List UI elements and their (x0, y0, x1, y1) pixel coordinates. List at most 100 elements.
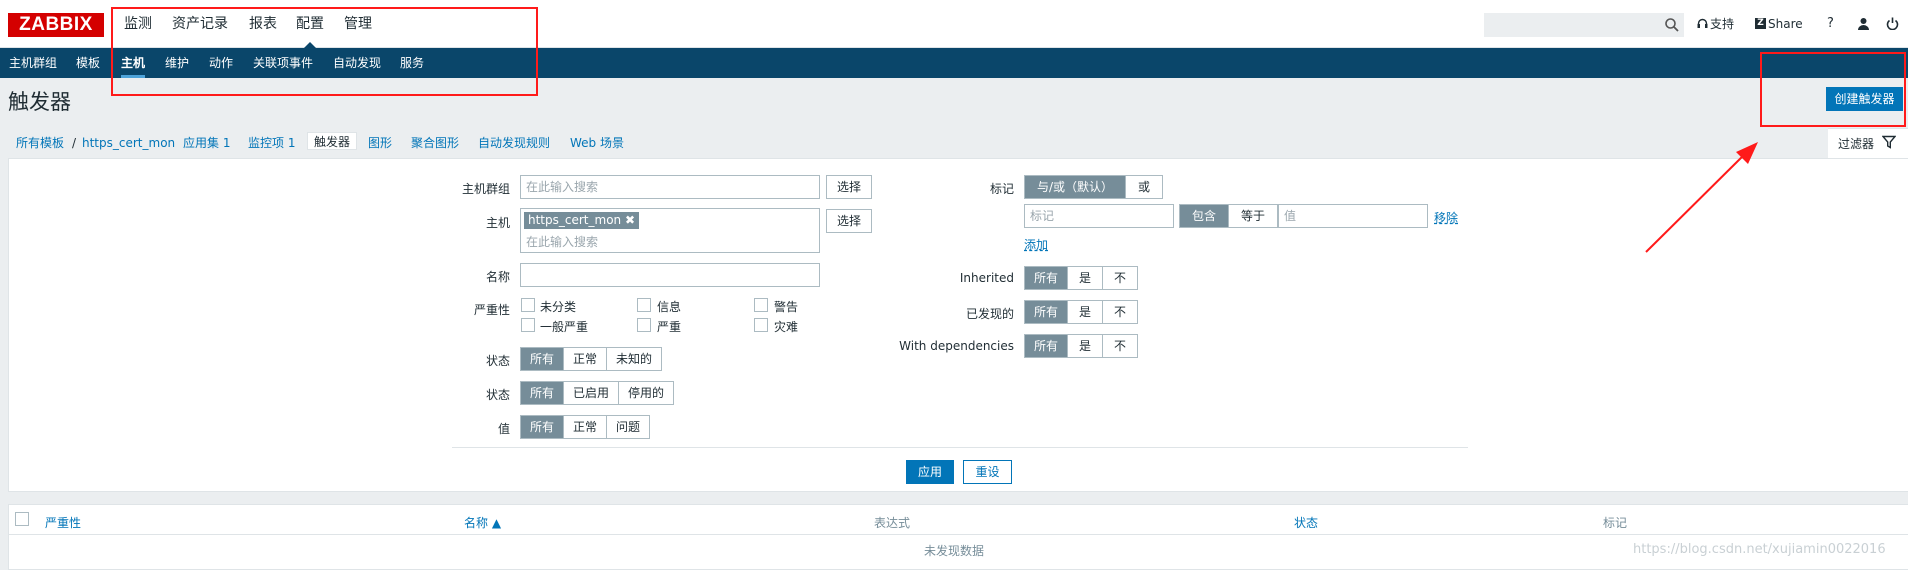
breadcrumb-items[interactable]: 监控项 1 (248, 134, 295, 152)
inherited-option-yes[interactable]: 是 (1067, 267, 1102, 289)
remove-chip-icon[interactable]: ✖ (625, 213, 635, 227)
severity-checkbox-information[interactable] (637, 298, 651, 312)
filter-apply-button[interactable]: 应用 (906, 460, 954, 484)
severity-average-label: 一般严重 (540, 320, 589, 334)
state-radio-group[interactable]: 所有 正常 未知的 (520, 347, 663, 371)
status-option-any[interactable]: 所有 (521, 382, 564, 404)
severity-high-label: 严重 (657, 320, 682, 334)
breadcrumb-applications[interactable]: 应用集 1 (183, 134, 230, 152)
filter-icon[interactable] (1882, 135, 1896, 149)
dependencies-label: With dependencies (899, 339, 1014, 353)
inherited-radio-group[interactable]: 所有 是 不 (1024, 266, 1139, 290)
tag-remove-link[interactable]: 移除 (1434, 209, 1458, 226)
tag-value-input[interactable]: 值 (1278, 204, 1428, 228)
breadcrumb-screens[interactable]: 聚合图形 (411, 134, 459, 152)
dependencies-option-no[interactable]: 不 (1102, 335, 1137, 357)
dependencies-option-yes[interactable]: 是 (1067, 335, 1102, 357)
column-expression: 表达式 (874, 516, 911, 530)
user-profile-icon[interactable] (1857, 17, 1870, 30)
value-label: 值 (497, 422, 510, 436)
severity-checkbox-not-classified[interactable] (521, 298, 535, 312)
host-search-placeholder[interactable]: 在此输入搜索 (526, 233, 598, 250)
severity-disaster-label: 灾难 (774, 320, 799, 334)
value-option-any[interactable]: 所有 (521, 416, 564, 438)
breadcrumb-web-scenarios[interactable]: Web 场景 (570, 134, 624, 152)
host-group-input[interactable]: 在此输入搜索 (520, 175, 820, 199)
discovered-option-no[interactable]: 不 (1102, 301, 1137, 323)
dependencies-option-all[interactable]: 所有 (1025, 335, 1068, 357)
filter-tab[interactable]: 过滤器 (1828, 128, 1908, 158)
breadcrumb-template[interactable]: https_cert_mon (82, 134, 175, 152)
annotation-box-menu (111, 7, 538, 96)
tag-add-link[interactable]: 添加 (1024, 236, 1048, 253)
state-option-unknown[interactable]: 未知的 (606, 348, 661, 370)
host-select-button[interactable]: 选择 (826, 209, 872, 233)
submenu-templates[interactable]: 模板 (76, 48, 100, 78)
inherited-option-no[interactable]: 不 (1102, 267, 1137, 289)
column-status[interactable]: 状态 (1294, 514, 1318, 531)
submenu-host-groups[interactable]: 主机群组 (9, 48, 57, 78)
table-header-divider (8, 534, 1908, 535)
value-option-ok[interactable]: 正常 (563, 416, 606, 438)
tags-mode-or[interactable]: 或 (1125, 176, 1162, 198)
value-option-problem[interactable]: 问题 (606, 416, 649, 438)
annotation-box-create (1760, 52, 1906, 127)
inherited-option-all[interactable]: 所有 (1025, 267, 1068, 289)
discovered-label: 已发现的 (965, 307, 1014, 321)
tags-mode-and-or[interactable]: 与/或（默认） (1025, 176, 1126, 198)
status-option-enabled[interactable]: 已启用 (563, 382, 618, 404)
tag-name-input[interactable]: 标记 (1024, 204, 1174, 228)
discovered-radio-group[interactable]: 所有 是 不 (1024, 300, 1139, 324)
breadcrumb-separator: / (72, 136, 77, 150)
host-label: 主机 (485, 216, 510, 230)
column-tags: 标记 (1603, 516, 1628, 530)
dependencies-radio-group[interactable]: 所有 是 不 (1024, 334, 1139, 358)
share-link[interactable]: Share (1768, 0, 1803, 48)
discovered-option-yes[interactable]: 是 (1067, 301, 1102, 323)
host-chip[interactable]: https_cert_mon ✖ (524, 212, 640, 229)
global-search-input[interactable] (1484, 13, 1684, 37)
filter-reset-button[interactable]: 重设 (963, 460, 1012, 484)
zabbix-logo[interactable]: ZABBIX (8, 13, 104, 37)
column-severity[interactable]: 严重性 (45, 514, 81, 531)
tags-evaltype-radio-group[interactable]: 与/或（默认） 或 (1024, 175, 1164, 199)
tag-operator-radio-group[interactable]: 包含 等于 (1179, 204, 1279, 228)
breadcrumb-all-templates[interactable]: 所有模板 (16, 134, 64, 152)
severity-checkbox-warning[interactable] (754, 298, 768, 312)
breadcrumb-triggers[interactable]: 触发器 (307, 132, 358, 150)
host-group-select-button[interactable]: 选择 (826, 175, 872, 199)
tag-operator-contains[interactable]: 包含 (1180, 205, 1229, 227)
page-title: 触发器 (8, 90, 71, 114)
discovered-option-all[interactable]: 所有 (1025, 301, 1068, 323)
value-radio-group[interactable]: 所有 正常 问题 (520, 415, 651, 439)
name-label: 名称 (485, 270, 510, 284)
support-link[interactable]: 支持 (1710, 0, 1734, 48)
severity-label: 严重性 (473, 303, 510, 317)
status-radio-group[interactable]: 所有 已启用 停用的 (520, 381, 675, 405)
inherited-label: Inherited (959, 271, 1014, 285)
sign-out-icon[interactable] (1886, 17, 1899, 30)
column-name[interactable]: 名称 ▲ (464, 514, 501, 531)
filter-panel (8, 158, 1908, 492)
tag-operator-equals[interactable]: 等于 (1228, 205, 1277, 227)
state-option-normal[interactable]: 正常 (563, 348, 606, 370)
no-data-message: 未发现数据 (923, 544, 984, 558)
host-chip-label: https_cert_mon (528, 213, 622, 227)
severity-information-label: 信息 (657, 300, 682, 314)
severity-checkbox-disaster[interactable] (754, 318, 768, 332)
status-option-disabled[interactable]: 停用的 (618, 382, 673, 404)
breadcrumb-discovery-rules[interactable]: 自动发现规则 (478, 134, 550, 152)
select-all-checkbox[interactable] (15, 512, 29, 526)
headset-icon (1697, 18, 1708, 28)
help-icon[interactable]: ? (1827, 0, 1834, 48)
breadcrumb-graphs[interactable]: 图形 (368, 134, 392, 152)
name-input[interactable] (520, 263, 820, 287)
severity-not-classified-label: 未分类 (540, 300, 577, 314)
watermark: https://blog.csdn.net/xujiamin0022016 (1633, 542, 1886, 557)
severity-warning-label: 警告 (774, 300, 799, 314)
severity-checkbox-high[interactable] (637, 318, 651, 332)
state-option-any[interactable]: 所有 (521, 348, 564, 370)
filter-tab-label: 过滤器 (1838, 137, 1875, 151)
severity-checkbox-average[interactable] (521, 318, 535, 332)
search-icon[interactable] (1664, 17, 1680, 33)
